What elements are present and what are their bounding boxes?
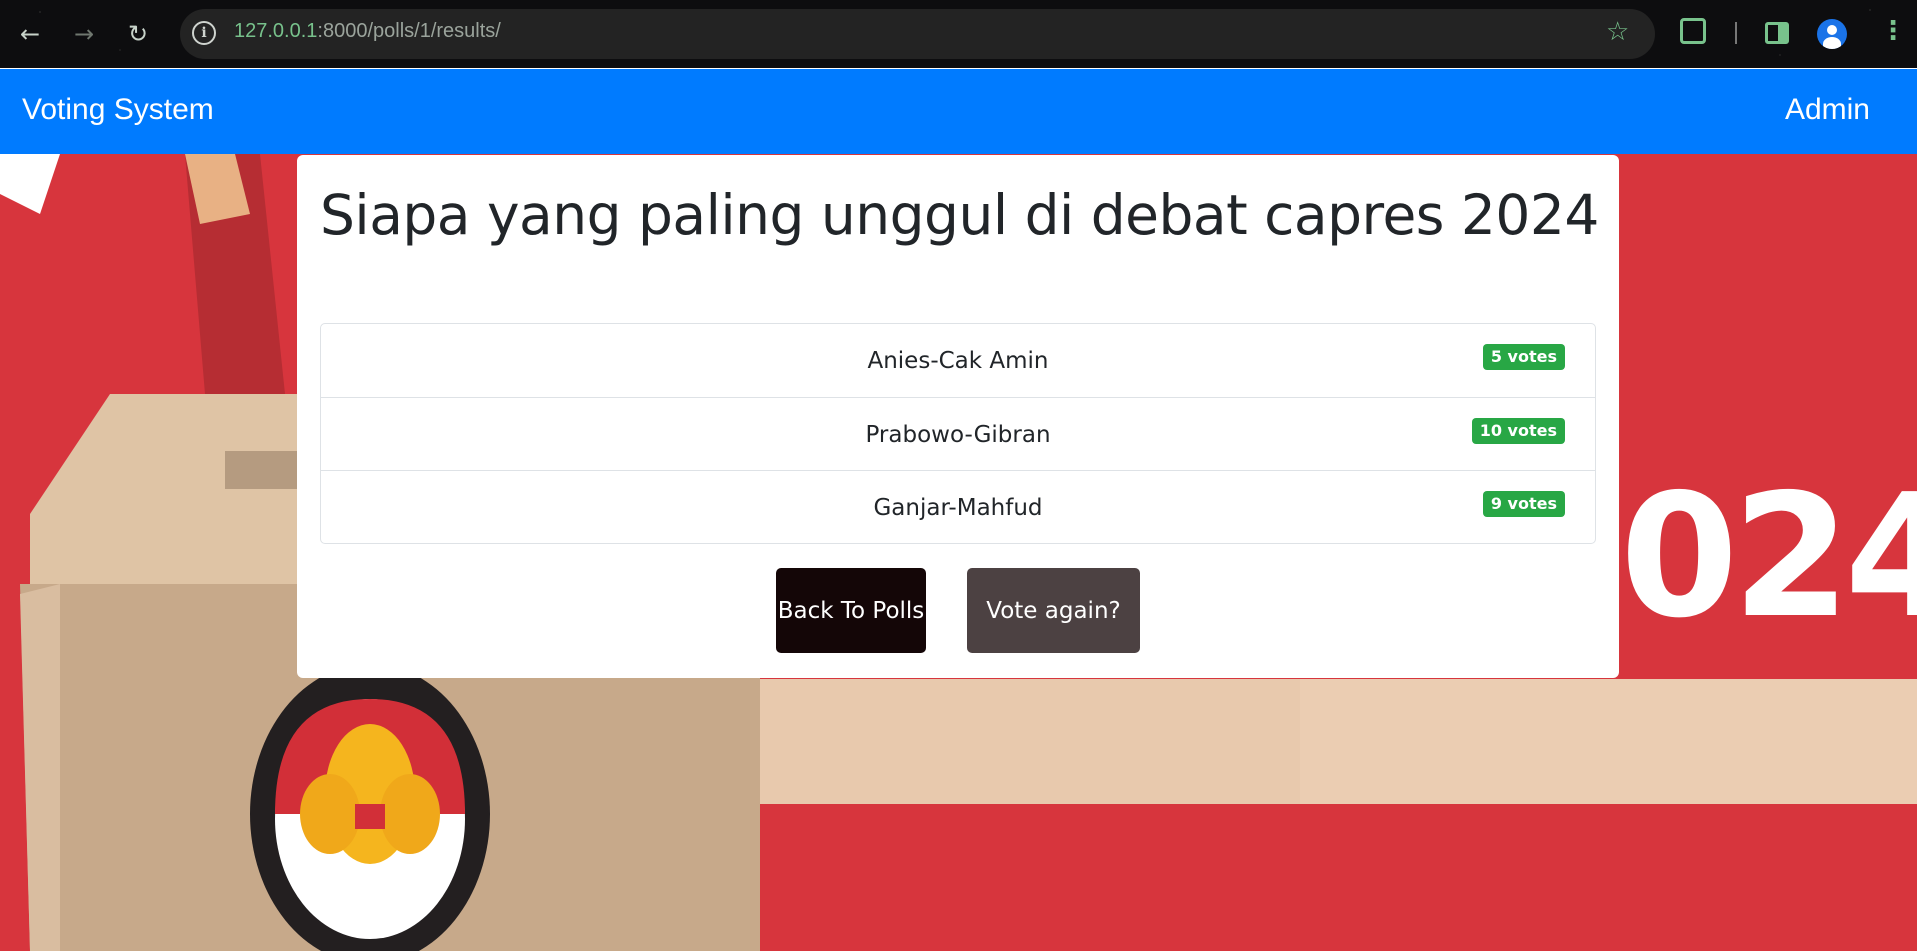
vote-count-badge: 9 votes <box>1482 491 1565 517</box>
poll-question: Siapa yang paling unggul di debat capres… <box>320 183 1599 247</box>
vote-count-badge: 5 votes <box>1482 344 1565 370</box>
url-host: 127.0.0.1 <box>234 20 318 42</box>
bookmark-star-icon[interactable]: ☆ <box>1606 17 1629 47</box>
list-item: Prabowo-Gibran 10 votes <box>321 397 1595 470</box>
banner-year-text: 024 <box>1620 458 1917 656</box>
url-path: :8000/polls/1/results/ <box>317 20 501 42</box>
list-item: Ganjar-Mahfud 9 votes <box>321 470 1595 543</box>
vote-again-button[interactable]: Vote again? <box>967 568 1140 653</box>
back-arrow-icon[interactable]: ← <box>10 14 50 54</box>
forward-arrow-icon[interactable]: → <box>64 14 104 54</box>
more-menu-icon[interactable]: ⋮ <box>1880 18 1906 44</box>
profile-avatar-icon[interactable] <box>1817 19 1847 49</box>
choice-label: Anies-Cak Amin <box>867 348 1049 374</box>
url-text[interactable]: 127.0.0.1:8000/polls/1/results/ <box>234 20 501 43</box>
browser-toolbar: ← → ↻ i 127.0.0.1:8000/polls/1/results/ … <box>0 0 1917 68</box>
reload-icon[interactable]: ↻ <box>118 14 158 54</box>
app-navbar: Voting System Admin <box>0 69 1917 154</box>
list-item: Anies-Cak Amin 5 votes <box>321 324 1595 397</box>
site-info-icon[interactable]: i <box>192 21 216 45</box>
back-to-polls-button[interactable]: Back To Polls <box>776 568 926 653</box>
choice-label: Ganjar-Mahfud <box>873 495 1043 521</box>
extensions-icon[interactable] <box>1680 18 1706 44</box>
vote-count-badge: 10 votes <box>1471 418 1565 444</box>
toolbar-divider <box>1735 22 1737 44</box>
results-list: Anies-Cak Amin 5 votes Prabowo-Gibran 10… <box>320 323 1596 544</box>
brand-link[interactable]: Voting System <box>22 93 214 127</box>
results-card: Siapa yang paling unggul di debat capres… <box>297 155 1619 678</box>
choice-label: Prabowo-Gibran <box>865 422 1051 448</box>
admin-link[interactable]: Admin <box>1785 93 1870 127</box>
side-panel-icon[interactable] <box>1765 22 1789 44</box>
